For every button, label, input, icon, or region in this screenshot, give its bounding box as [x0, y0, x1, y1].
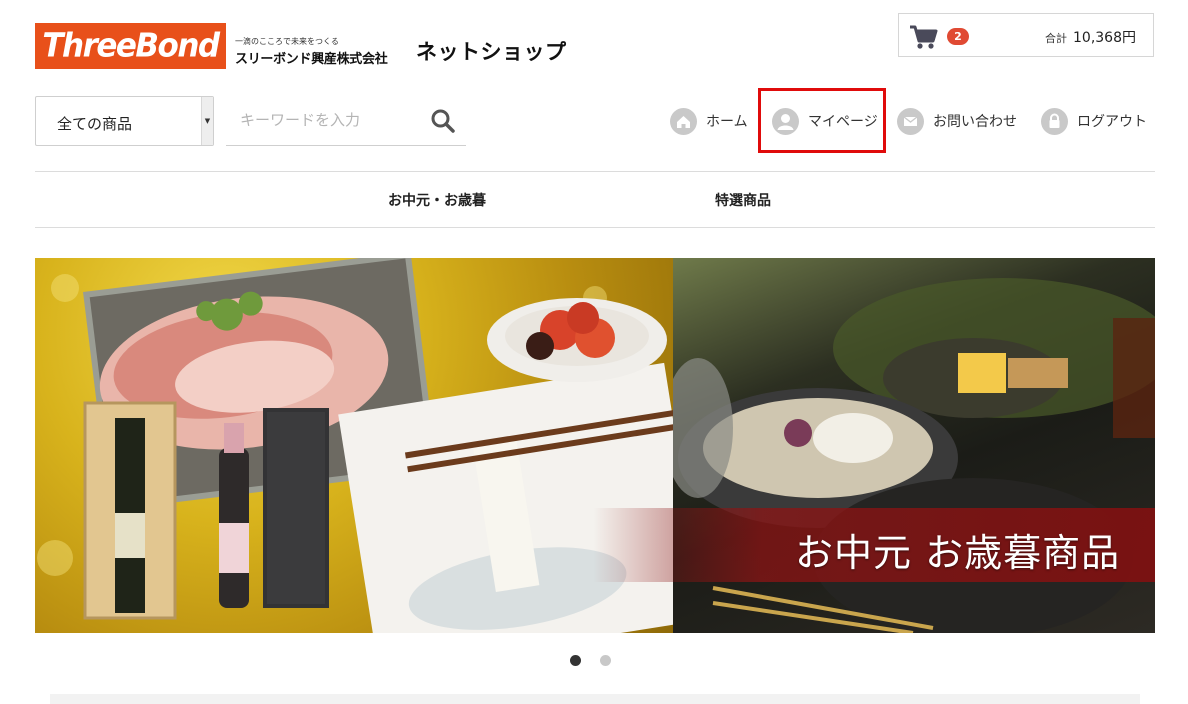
nav-home[interactable]: ホーム [670, 107, 748, 135]
category-select-value: 全ての商品 [57, 115, 133, 133]
nav-contact[interactable]: お問い合わせ [897, 107, 1017, 135]
cart-summary[interactable]: 2 合計 10,368円 [898, 13, 1154, 57]
banner-gift-collage-image [35, 258, 705, 633]
nav-logout-label: ログアウト [1077, 114, 1147, 130]
nav-contact-label: お問い合わせ [933, 114, 1017, 130]
company-name: スリーボンド興産株式会社 [235, 52, 388, 67]
home-icon [670, 107, 697, 135]
cart-count-badge: 2 [947, 28, 969, 45]
company-block: 一滴のこころで未来をつくる スリーボンド興産株式会社 [235, 36, 388, 67]
cart-total-label: 合計 [1045, 32, 1067, 45]
carousel-dot-active[interactable] [570, 655, 581, 666]
category-select[interactable]: 全ての商品 ▼ [35, 96, 214, 146]
search-icon[interactable] [430, 108, 456, 134]
chevron-down-icon: ▼ [201, 97, 213, 145]
search-input[interactable] [226, 96, 426, 144]
cart-icon [910, 25, 938, 49]
category-link-ochugen-oseibo[interactable]: お中元・お歳暮 [388, 190, 486, 210]
threebond-logo[interactable]: ThreeBond [35, 23, 226, 69]
divider [35, 227, 1155, 228]
nav-home-label: ホーム [706, 114, 748, 130]
banner-caption: お中元 お歳暮商品 [795, 531, 1121, 575]
search-field [226, 96, 466, 146]
carousel-dot[interactable] [600, 655, 611, 666]
nav-logout[interactable]: ログアウト [1041, 107, 1147, 135]
hero-banner[interactable]: お中元 お歳暮商品 [35, 258, 1155, 633]
category-link-special[interactable]: 特選商品 [715, 190, 771, 210]
mail-icon [897, 107, 924, 135]
lock-icon [1041, 107, 1068, 135]
divider [35, 171, 1155, 172]
content-strip [50, 694, 1140, 704]
logo-text: ThreeBond [42, 27, 220, 65]
cart-total-value: 10,368円 [1073, 30, 1136, 46]
shop-title: ネットショップ [416, 40, 567, 64]
company-tagline: 一滴のこころで未来をつくる [235, 37, 339, 46]
mypage-highlight-box [758, 88, 886, 153]
